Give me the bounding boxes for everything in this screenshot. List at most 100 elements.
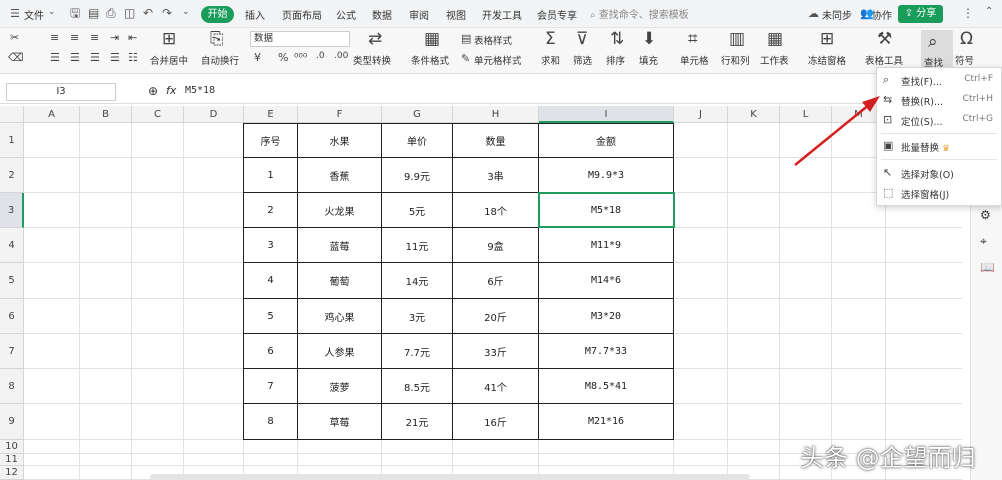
redo-icon[interactable]: ↷ — [162, 7, 172, 19]
thousands-icon[interactable]: ⁰⁰⁰ — [294, 52, 307, 63]
tab-insert[interactable]: 插入 — [245, 7, 265, 22]
row-header-3[interactable]: 3 — [0, 193, 24, 228]
table-cell[interactable]: 16斤 — [453, 404, 539, 440]
number-format-select[interactable]: 数据 — [250, 31, 350, 47]
tab-member[interactable]: 会员专享 — [537, 7, 577, 22]
table-cell[interactable]: 7.7元 — [382, 334, 453, 369]
table-cell[interactable]: 9.9元 — [382, 158, 453, 193]
fill-button[interactable]: 填充 — [639, 53, 658, 67]
table-cell[interactable]: 葡萄 — [298, 263, 382, 299]
table-cell[interactable]: 3元 — [382, 299, 453, 334]
sort-button[interactable]: 排序 — [606, 53, 625, 67]
freeze-panes-button[interactable]: 冻结窗格 — [808, 53, 846, 67]
table-cell[interactable]: 草莓 — [298, 404, 382, 440]
table-cell[interactable]: 香蕉 — [298, 158, 382, 193]
increase-decimal-icon[interactable]: .0 — [316, 52, 325, 61]
sort-icon[interactable]: ⇅ — [610, 31, 624, 48]
command-search[interactable]: ⌕ 查找命令、搜索模板 — [590, 6, 705, 22]
table-cell[interactable]: 18个 — [453, 193, 539, 228]
table-cell[interactable]: 鸡心果 — [298, 299, 382, 334]
table-cell[interactable]: 火龙果 — [298, 193, 382, 228]
row-header-1[interactable]: 1 — [0, 123, 24, 158]
table-header-cell[interactable]: 单价 — [382, 124, 453, 158]
table-cell[interactable]: 20斤 — [453, 299, 539, 334]
table-cell[interactable]: 21元 — [382, 404, 453, 440]
column-header-h[interactable]: H — [453, 106, 539, 123]
type-convert-icon[interactable]: ⇄ — [368, 31, 382, 48]
table-cell[interactable]: 菠萝 — [298, 369, 382, 404]
column-header-k[interactable]: K — [728, 106, 780, 123]
table-header-cell[interactable]: 序号 — [244, 124, 298, 158]
menu-item-replace[interactable]: ⇆ 替换(R)... Ctrl+H — [877, 90, 1001, 110]
row-header-10[interactable]: 10 — [0, 440, 24, 454]
row-header-7[interactable]: 7 — [0, 334, 24, 369]
book-icon[interactable]: 📖 — [980, 260, 995, 274]
type-convert-button[interactable]: 类型转换 — [353, 53, 391, 67]
table-header-cell[interactable]: 数量 — [453, 124, 539, 158]
column-header-i[interactable]: I — [539, 106, 674, 123]
column-header-f[interactable]: F — [298, 106, 382, 123]
table-cell[interactable]: M5*18 — [539, 193, 674, 228]
table-cell[interactable]: 33斤 — [453, 334, 539, 369]
table-header-cell[interactable]: 水果 — [298, 124, 382, 158]
row-header-9[interactable]: 9 — [0, 404, 24, 440]
format-painter-icon[interactable]: ✂ — [10, 32, 19, 43]
table-cell[interactable]: 蓝莓 — [298, 228, 382, 263]
table-cell[interactable]: M9.9*3 — [539, 158, 674, 193]
table-cell[interactable]: 8 — [244, 404, 298, 440]
column-header-e[interactable]: E — [244, 106, 298, 123]
table-cell[interactable]: M7.7*33 — [539, 334, 674, 369]
row-header-8[interactable]: 8 — [0, 369, 24, 404]
omega-icon[interactable]: Ω — [960, 31, 973, 48]
more-icon[interactable]: ⋮ — [962, 7, 974, 19]
column-header-d[interactable]: D — [184, 106, 244, 123]
column-header-j[interactable]: J — [674, 106, 728, 123]
table-cell[interactable]: M21*16 — [539, 404, 674, 440]
symbol-button[interactable]: 符号 — [955, 53, 974, 67]
justify-icon[interactable]: ☰ — [110, 52, 120, 63]
location-icon[interactable]: ⌖ — [980, 234, 987, 249]
currency-icon[interactable]: ¥ — [254, 52, 261, 63]
tab-page-layout[interactable]: 页面布局 — [282, 7, 322, 22]
table-cell[interactable]: 3串 — [453, 158, 539, 193]
worksheet-button[interactable]: 工作表 — [760, 53, 789, 67]
row-header-11[interactable]: 11 — [0, 454, 24, 466]
merge-icon[interactable]: ⊞ — [162, 31, 176, 48]
table-cell[interactable]: 人参果 — [298, 334, 382, 369]
file-menu[interactable]: 文件 — [24, 7, 44, 22]
decrease-decimal-icon[interactable]: .00 — [334, 52, 348, 61]
wrap-text-icon[interactable]: ⎘ — [210, 31, 224, 48]
property-icon[interactable]: ⚙ — [980, 208, 991, 222]
table-cell[interactable]: 6 — [244, 334, 298, 369]
column-header-b[interactable]: B — [80, 106, 132, 123]
zoom-icon[interactable]: ⊕ — [148, 84, 158, 98]
formula-input[interactable]: M5*18 — [185, 85, 215, 96]
row-header-5[interactable]: 5 — [0, 263, 24, 299]
percent-icon[interactable]: % — [278, 52, 288, 63]
tab-view[interactable]: 视图 — [446, 7, 466, 22]
undo-icon[interactable]: ↶ — [143, 7, 153, 19]
row-header-6[interactable]: 6 — [0, 299, 24, 334]
align-top-icon[interactable]: ≡ — [50, 32, 59, 43]
table-cell[interactable]: M3*20 — [539, 299, 674, 334]
outdent-icon[interactable]: ⇤ — [128, 32, 137, 43]
wrap-text-button[interactable]: 自动换行 — [201, 53, 239, 67]
table-cell[interactable]: 9盒 — [453, 228, 539, 263]
collapse-ribbon-icon[interactable]: ⌃ — [985, 7, 993, 17]
print-icon[interactable]: ⎙ — [106, 7, 116, 19]
menu-item-select-object[interactable]: ↖ 选择对象(O) — [877, 163, 1001, 183]
row-header-12[interactable]: 12 — [0, 466, 24, 480]
menu-item-batch-replace[interactable]: ▣ 批量替换 ♛ — [877, 136, 1001, 156]
clear-format-icon[interactable]: ⌫ — [8, 52, 24, 63]
row-col-icon[interactable]: ▥ — [729, 31, 745, 48]
menu-item-find[interactable]: ⌕ 查找(F)... Ctrl+F — [877, 70, 1001, 90]
column-header-c[interactable]: C — [132, 106, 184, 123]
merge-center-button[interactable]: 合并居中 — [150, 53, 188, 67]
collaborate-button[interactable]: 协作 — [872, 7, 892, 22]
conditional-format-icon[interactable]: ▦ — [424, 31, 440, 48]
tab-formula[interactable]: 公式 — [336, 7, 356, 22]
align-middle-icon[interactable]: ≡ — [70, 32, 79, 43]
table-cell[interactable]: M8.5*41 — [539, 369, 674, 404]
row-col-button[interactable]: 行和列 — [721, 53, 750, 67]
table-cell[interactable]: 7 — [244, 369, 298, 404]
